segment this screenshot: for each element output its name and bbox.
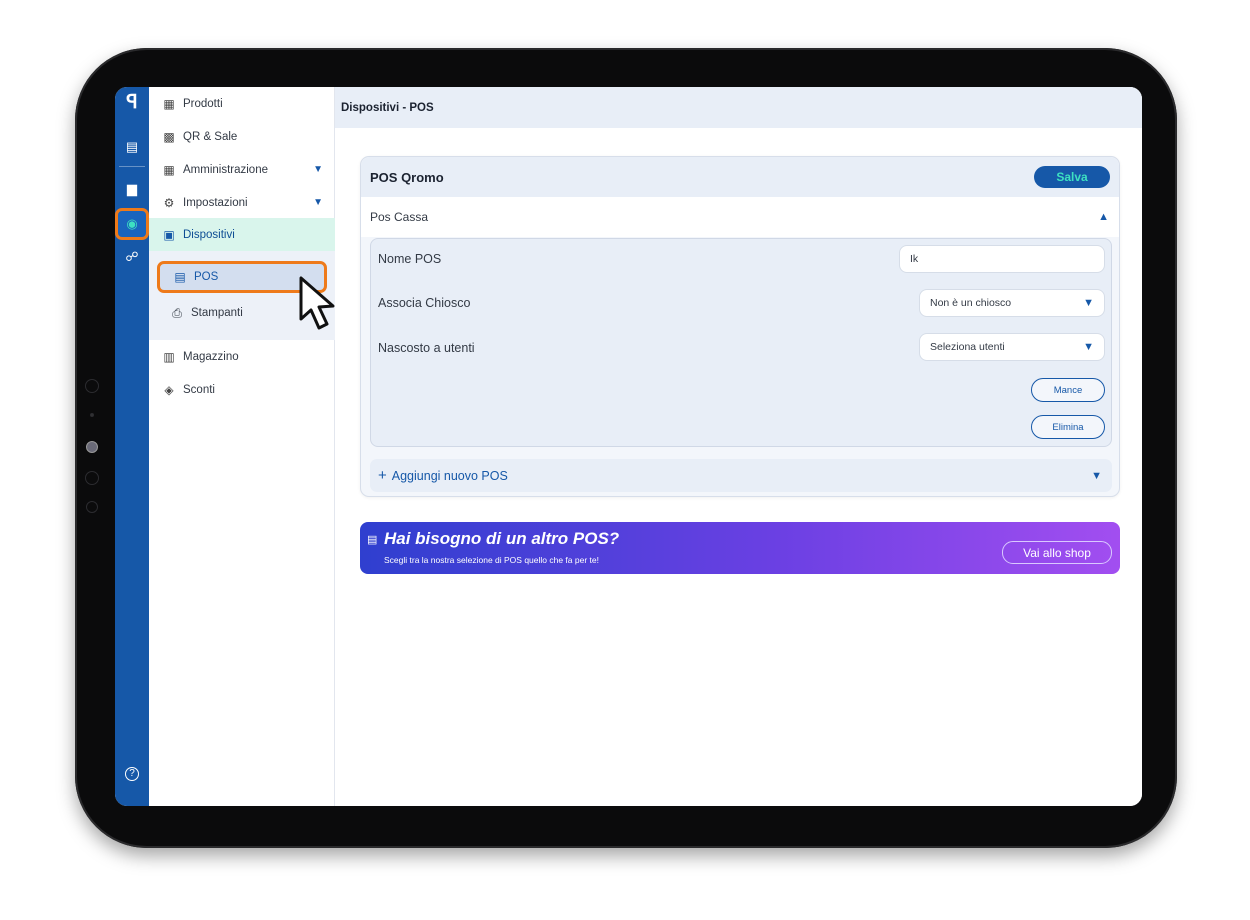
page-header: Dispositivi - POS	[335, 87, 1142, 128]
associa-chiosco-label: Associa Chiosco	[378, 296, 471, 310]
pos-icon: ▤	[367, 534, 378, 546]
promo-banner: ▤ Hai bisogno di un altro POS? Scegli tr…	[360, 522, 1120, 574]
section-title: Pos Cassa	[370, 210, 429, 224]
sensor-dot	[85, 471, 99, 485]
boxes-icon: ▥	[163, 349, 175, 364]
add-pos-row[interactable]: + Aggiungi nuovo POS ▼	[370, 459, 1112, 492]
receipt-icon[interactable]: ▤	[122, 137, 142, 157]
chevron-down-icon: ▼	[1091, 469, 1102, 482]
sidebar: ▦ Prodotti ▩ QR & Sale ▦ Amministrazione…	[149, 87, 335, 806]
sidebar-item-label: Impostazioni	[183, 196, 248, 209]
pos-icon: ▤	[174, 270, 186, 284]
banner-subtitle: Scegli tra la nostra selezione di POS qu…	[384, 555, 599, 565]
sidebar-item-dispositivi[interactable]: ▣ Dispositivi	[149, 218, 335, 251]
sidebar-item-label: QR & Sale	[183, 130, 238, 143]
elimina-button[interactable]: Elimina	[1031, 415, 1105, 439]
printer-icon: ⎙	[172, 305, 182, 320]
icon-rail: ꟼ ▤ ▆ ◉ ☍ ?	[115, 87, 149, 806]
menu-card-icon: ▦	[163, 96, 175, 111]
banner-title: Hai bisogno di un altro POS?	[384, 529, 620, 548]
user-settings-icon[interactable]: ☍	[122, 247, 142, 267]
chart-icon[interactable]: ▆	[122, 179, 142, 199]
nascosto-utenti-value: Seleziona utenti	[930, 341, 1005, 353]
chevron-down-icon[interactable]: ▼	[313, 197, 323, 208]
mance-button[interactable]: Mance	[1031, 378, 1105, 402]
card-title: POS Qromo	[370, 169, 444, 185]
sensor-dot	[90, 413, 94, 417]
sidebar-item-label: Dispositivi	[183, 228, 235, 241]
plus-icon: +	[378, 467, 387, 484]
card-header: POS Qromo Salva	[361, 157, 1119, 197]
chevron-down-icon: ▼	[1083, 341, 1094, 353]
section-toggle-pos-cassa[interactable]: Pos Cassa ▲	[361, 197, 1119, 237]
logo-icon[interactable]: ꟼ	[122, 93, 142, 113]
nascosto-utenti-select[interactable]: Seleziona utenti ▼	[919, 333, 1105, 361]
sidebar-item-label: Amministrazione	[183, 163, 268, 176]
pos-card: POS Qromo Salva Pos Cassa ▲ Nome POS Ik …	[360, 156, 1120, 497]
sidebar-item-magazzino[interactable]: ▥ Magazzino	[149, 340, 335, 373]
submenu-item-label: Stampanti	[191, 307, 243, 319]
sensor-dot	[86, 501, 98, 513]
devices-icon: ▣	[163, 227, 175, 242]
sidebar-item-label: Prodotti	[183, 97, 223, 110]
sidebar-item-label: Magazzino	[183, 350, 239, 363]
mouse-pointer-icon	[299, 276, 335, 330]
add-pos-label: Aggiungi nuovo POS	[391, 468, 508, 483]
nome-pos-value: Ik	[910, 253, 919, 265]
gear-icon[interactable]: ◉	[122, 214, 142, 234]
page-title: Dispositivi - POS	[341, 101, 434, 114]
chevron-up-icon[interactable]: ▲	[1098, 211, 1109, 223]
abacus-icon: ▦	[163, 162, 175, 177]
chevron-down-icon[interactable]: ▼	[313, 164, 323, 175]
sidebar-item-qr-sale[interactable]: ▩ QR & Sale	[149, 120, 335, 153]
settings-box-icon: ⚙	[163, 195, 175, 210]
chevron-down-icon: ▼	[1083, 297, 1094, 309]
camera-icon	[86, 441, 98, 453]
associa-chiosco-value: Non è un chiosco	[930, 297, 1012, 309]
sidebar-item-prodotti[interactable]: ▦ Prodotti	[149, 87, 335, 120]
sidebar-item-amministrazione[interactable]: ▦ Amministrazione ▼	[149, 153, 335, 186]
submenu-item-label: POS	[194, 271, 219, 283]
sidebar-item-impostazioni[interactable]: ⚙ Impostazioni ▼	[149, 186, 335, 219]
save-button[interactable]: Salva	[1034, 166, 1110, 188]
nome-pos-label: Nome POS	[378, 252, 442, 266]
nascosto-utenti-label: Nascosto a utenti	[378, 341, 475, 355]
sensor-dot	[85, 379, 99, 393]
rail-divider	[119, 166, 145, 167]
sidebar-item-label: Sconti	[183, 383, 215, 396]
qr-code-icon: ▩	[163, 129, 175, 144]
main-content: Dispositivi - POS POS Qromo Salva Pos Ca…	[335, 87, 1142, 806]
pos-settings-panel: Nome POS Ik Associa Chiosco Non è un chi…	[370, 238, 1112, 447]
nome-pos-input[interactable]: Ik	[899, 245, 1105, 273]
shop-button[interactable]: Vai allo shop	[1002, 541, 1112, 564]
help-icon[interactable]: ?	[125, 767, 139, 781]
associa-chiosco-select[interactable]: Non è un chiosco ▼	[919, 289, 1105, 317]
sidebar-item-sconti[interactable]: ◈ Sconti	[149, 373, 335, 406]
tag-icon: ◈	[164, 382, 174, 397]
app-screen: ꟼ ▤ ▆ ◉ ☍ ? ▦ Prodotti ▩ QR & Sale ▦ Amm…	[115, 87, 1142, 806]
